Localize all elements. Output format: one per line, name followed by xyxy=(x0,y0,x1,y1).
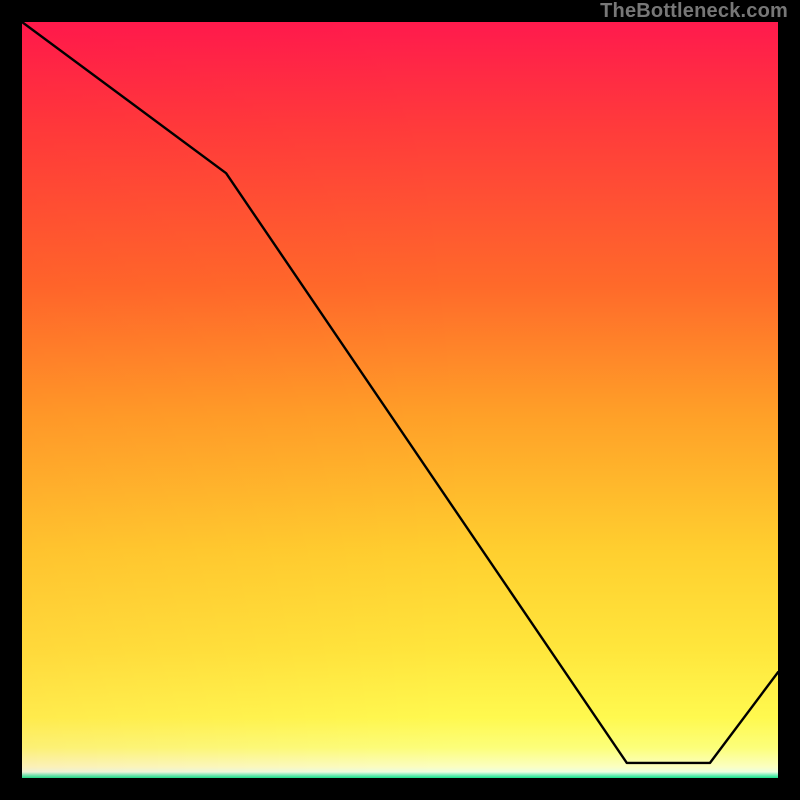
watermark-text: TheBottleneck.com xyxy=(600,0,788,23)
bottleneck-curve xyxy=(22,22,778,763)
curve-svg xyxy=(22,22,778,778)
plot-area xyxy=(22,22,778,778)
chart-shell: TheBottleneck.com xyxy=(0,0,800,800)
